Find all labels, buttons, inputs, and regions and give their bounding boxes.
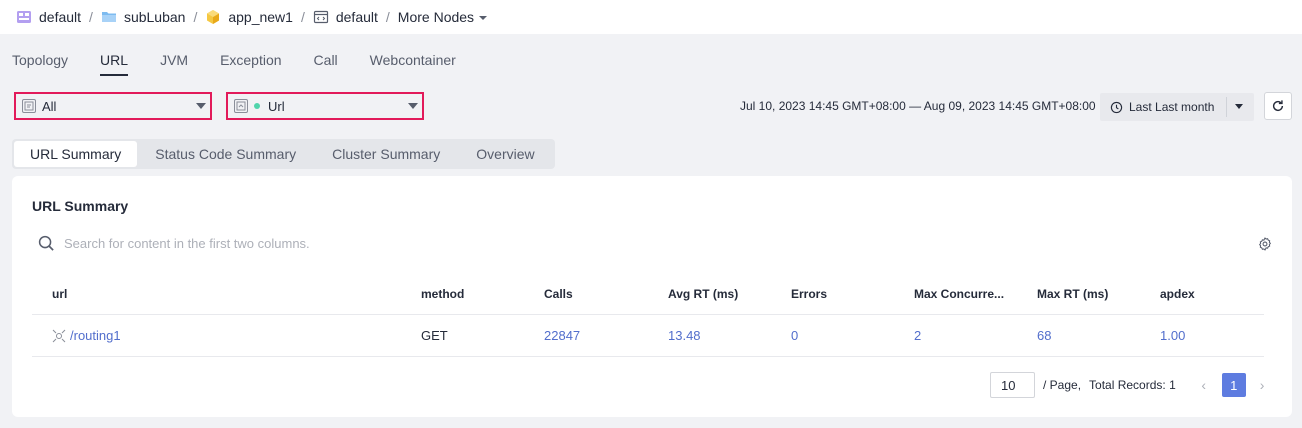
search-input[interactable]: Search for content in the first two colu… <box>38 235 310 252</box>
column-header-url[interactable]: url <box>52 274 67 314</box>
url-node-icon <box>52 329 66 343</box>
tab-url-summary[interactable]: URL Summary <box>14 141 138 167</box>
breadcrumb: default / subLuban / app_new1 / default … <box>0 0 1302 34</box>
instance-icon <box>22 99 36 113</box>
tab-status-code-summary[interactable]: Status Code Summary <box>137 141 314 167</box>
summary-tab-bar: URL Summary Status Code Summary Cluster … <box>12 139 555 169</box>
breadcrumb-item-project[interactable]: subLuban <box>101 9 186 25</box>
instance-select-value: All <box>42 98 57 114</box>
tab-topology[interactable]: Topology <box>12 44 68 76</box>
main-tab-bar: Topology URL JVM Exception Call Webconta… <box>12 44 488 76</box>
table-header-row: url method Calls Avg RT (ms) Errors Max … <box>32 274 1264 315</box>
calls-cell[interactable]: 22847 <box>544 315 580 357</box>
page-number-button[interactable]: 1 <box>1221 373 1246 397</box>
url-summary-table: url method Calls Avg RT (ms) Errors Max … <box>32 274 1264 357</box>
folder-icon <box>101 12 116 22</box>
page-size-input[interactable]: 10 <box>990 372 1035 398</box>
time-range-label: Last Last month <box>1129 100 1215 114</box>
tab-call[interactable]: Call <box>314 44 338 76</box>
page-size-label: / Page, <box>1043 378 1082 392</box>
breadcrumb-label: subLuban <box>123 9 186 25</box>
status-dot <box>254 103 260 109</box>
tab-overview[interactable]: Overview <box>458 141 552 167</box>
total-records: Total Records: 1 <box>1089 378 1176 392</box>
errors-cell[interactable]: 0 <box>791 315 798 357</box>
column-header-errors[interactable]: Errors <box>791 274 827 314</box>
type-select[interactable]: Url <box>226 92 424 120</box>
breadcrumb-separator: / <box>300 9 305 25</box>
breadcrumb-item-app[interactable]: app_new1 <box>205 9 293 25</box>
type-select-value: Url <box>268 98 285 114</box>
column-header-max-rt[interactable]: Max RT (ms) <box>1037 274 1108 314</box>
chevron-down-icon <box>196 103 206 109</box>
table-row: /routing1 GET 22847 13.48 0 2 68 1.00 <box>32 315 1264 357</box>
search-placeholder: Search for content in the first two colu… <box>64 236 310 251</box>
environment-icon <box>313 10 328 24</box>
max-concurrency-cell[interactable]: 2 <box>914 315 921 357</box>
breadcrumb-separator: / <box>89 9 93 25</box>
tab-webcontainer[interactable]: Webcontainer <box>370 44 456 76</box>
time-range-text: Jul 10, 2023 14:45 GMT+08:00 — Aug 09, 2… <box>740 99 1096 113</box>
chevron-down-icon <box>408 103 418 109</box>
app-cube-icon <box>207 10 220 24</box>
pagination: 10 / Page, Total Records: 1 ‹ 1 › <box>990 372 1264 398</box>
page-size-value: 10 <box>1001 377 1016 393</box>
breadcrumb-item-workspace[interactable]: default <box>16 9 81 25</box>
column-header-apdex[interactable]: apdex <box>1160 274 1195 314</box>
refresh-icon <box>1272 100 1284 112</box>
more-nodes-label: More Nodes <box>397 9 475 25</box>
chevron-right-icon[interactable]: › <box>1260 377 1265 393</box>
breadcrumb-label: default <box>39 9 82 25</box>
max-rt-cell[interactable]: 68 <box>1037 315 1051 357</box>
workspace-icon <box>17 11 31 23</box>
tab-cluster-summary[interactable]: Cluster Summary <box>314 141 458 167</box>
breadcrumb-item-environment[interactable]: default <box>313 9 378 25</box>
tab-url[interactable]: URL <box>100 44 129 76</box>
apdex-cell[interactable]: 1.00 <box>1160 315 1185 357</box>
url-link[interactable]: /routing1 <box>70 315 121 357</box>
column-header-avg-rt[interactable]: Avg RT (ms) <box>668 274 738 314</box>
method-cell: GET <box>421 328 448 343</box>
column-header-max-concurrency[interactable]: Max Concurre... <box>914 274 1014 314</box>
column-header-method[interactable]: method <box>421 274 464 314</box>
instance-select[interactable]: All <box>14 92 212 120</box>
avg-rt-cell[interactable]: 13.48 <box>668 315 701 357</box>
divider <box>1226 97 1227 117</box>
gear-icon[interactable] <box>1258 237 1272 251</box>
chevron-down-icon <box>479 16 488 20</box>
tab-jvm[interactable]: JVM <box>160 44 188 76</box>
breadcrumb-separator: / <box>193 9 198 25</box>
url-cell[interactable]: /routing1 <box>52 315 121 357</box>
chevron-down-icon[interactable] <box>1235 104 1243 109</box>
chevron-left-icon[interactable]: ‹ <box>1198 377 1210 393</box>
more-nodes-dropdown[interactable]: More Nodes <box>397 9 488 25</box>
url-summary-card: URL Summary Search for content in the fi… <box>12 176 1292 417</box>
column-header-calls[interactable]: Calls <box>544 274 573 314</box>
url-type-icon <box>234 99 248 113</box>
time-range-button[interactable]: Last Last month <box>1100 93 1254 121</box>
breadcrumb-label: default <box>335 9 378 25</box>
tab-exception[interactable]: Exception <box>220 44 281 76</box>
clock-icon <box>1110 101 1123 113</box>
breadcrumb-separator: / <box>385 9 390 25</box>
breadcrumb-label: app_new1 <box>228 9 293 25</box>
search-icon <box>38 235 54 251</box>
card-title: URL Summary <box>32 198 129 214</box>
refresh-button[interactable] <box>1264 92 1292 120</box>
